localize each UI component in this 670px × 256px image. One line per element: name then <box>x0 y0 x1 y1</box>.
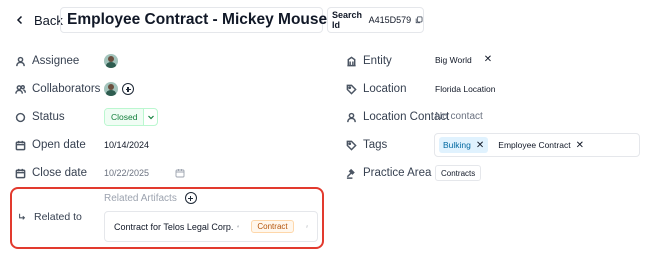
external-link-icon[interactable] <box>237 222 240 231</box>
add-collaborator-icon[interactable] <box>122 83 134 95</box>
status-label: Status <box>15 111 65 123</box>
user-icon <box>16 56 25 66</box>
page-title: Employee Contract - Mickey Mouse <box>67 11 328 28</box>
tag-chip: Employee Contract ✕ <box>494 137 588 153</box>
circle-icon <box>15 112 26 122</box>
location-contact-text: No contact <box>435 111 483 122</box>
arrow-down-right-icon <box>19 213 26 220</box>
location-contact-row: Location Contact <box>346 107 449 127</box>
avatar[interactable] <box>104 54 118 68</box>
location-contact-label: Location Contact <box>346 111 449 123</box>
assignee-label: Assignee <box>15 55 79 67</box>
related-to-label: Related to <box>18 211 82 223</box>
tag-label: Bulking <box>443 140 471 150</box>
building-icon <box>347 55 356 66</box>
tag-icon <box>346 140 357 151</box>
practice-area-label: Practice Area <box>346 167 431 179</box>
header-bar: Back Employee Contract - Mickey Mouse Se… <box>0 0 670 40</box>
tags-row: Tags <box>346 135 387 155</box>
search-id-value: A415D579 <box>368 15 412 25</box>
gavel-icon <box>346 168 355 179</box>
status-row: Status <box>15 107 65 127</box>
practice-area-row: Practice Area <box>346 163 431 183</box>
status-select[interactable]: Closed <box>104 108 159 126</box>
status-pill[interactable]: Closed <box>104 108 159 126</box>
open-date-label: Open date <box>15 139 86 151</box>
location-value[interactable]: Florida Location <box>435 84 495 94</box>
collaborators-label: Collaborators <box>15 83 100 95</box>
title-input[interactable]: Employee Contract - Mickey Mouse <box>60 7 327 33</box>
artifact-link[interactable]: Contract for Telos Legal Corp. <box>114 222 233 232</box>
status-value: Closed <box>105 109 144 125</box>
calendar-icon <box>15 168 26 178</box>
close-date-label: Close date <box>15 167 87 179</box>
unlink-icon[interactable] <box>305 221 308 232</box>
open-date-row: Open date <box>15 135 86 155</box>
chevron-left-icon <box>16 15 23 25</box>
open-date-text: 10/14/2024 <box>104 140 150 150</box>
practice-area-chip: Contracts <box>435 165 482 181</box>
assignee-value[interactable] <box>104 54 118 68</box>
collaborators-row: Collaborators <box>15 79 100 99</box>
user-icon <box>347 112 356 122</box>
practice-area-value[interactable]: Contracts <box>435 165 482 181</box>
chevron-down-icon <box>148 115 154 120</box>
collaborator-avatar[interactable] <box>104 82 118 96</box>
status-dropdown-toggle[interactable] <box>143 109 157 125</box>
search-id-label: Search Id <box>332 10 363 30</box>
entity-text: Big World <box>435 54 472 65</box>
location-text: Florida Location <box>435 84 496 94</box>
related-artifacts-title: Related Artifacts <box>104 192 177 204</box>
open-date-value[interactable]: 10/14/2024 <box>104 140 149 150</box>
remove-tag-icon[interactable]: ✕ <box>476 140 484 151</box>
assignee-row: Assignee <box>15 51 79 71</box>
calendar-icon <box>15 140 26 150</box>
close-date-placeholder: 10/22/2025 <box>104 168 150 178</box>
copy-icon[interactable] <box>415 15 423 25</box>
remove-tag-icon[interactable]: ✕ <box>576 140 584 151</box>
location-contact-value[interactable]: No contact <box>435 111 483 122</box>
close-date-input[interactable]: 10/22/2025 <box>104 168 185 178</box>
related-artifact-card[interactable]: Contract for Telos Legal Corp. Contract <box>104 211 318 242</box>
tags-input[interactable]: Bulking ✕ Employee Contract ✕ <box>434 133 640 157</box>
tag-label: Employee Contract <box>498 140 571 150</box>
close-date-row: Close date <box>15 163 87 183</box>
location-row: Location <box>346 79 406 99</box>
entity-row: Entity <box>346 51 392 71</box>
back-label: Back <box>34 12 63 28</box>
clear-entity-icon[interactable]: ✕ <box>484 54 492 65</box>
add-related-artifact-icon[interactable] <box>184 192 197 204</box>
search-id-field: Search Id A415D579 <box>327 7 424 33</box>
artifact-type-badge: Contract <box>251 220 294 233</box>
tags-label: Tags <box>346 139 387 151</box>
related-to-section: Related to Related Artifacts Contract fo… <box>10 187 324 249</box>
related-artifacts-heading: Related Artifacts <box>104 192 197 204</box>
collaborators-value <box>104 82 134 96</box>
tag-chip: Bulking ✕ <box>439 137 489 153</box>
location-label: Location <box>346 83 406 95</box>
tag-icon <box>346 84 357 95</box>
calendar-picker-icon[interactable] <box>175 168 185 178</box>
users-icon <box>15 84 26 94</box>
back-button[interactable]: Back <box>14 10 63 30</box>
entity-value[interactable]: Big World ✕ <box>435 54 492 65</box>
entity-label: Entity <box>346 55 392 67</box>
